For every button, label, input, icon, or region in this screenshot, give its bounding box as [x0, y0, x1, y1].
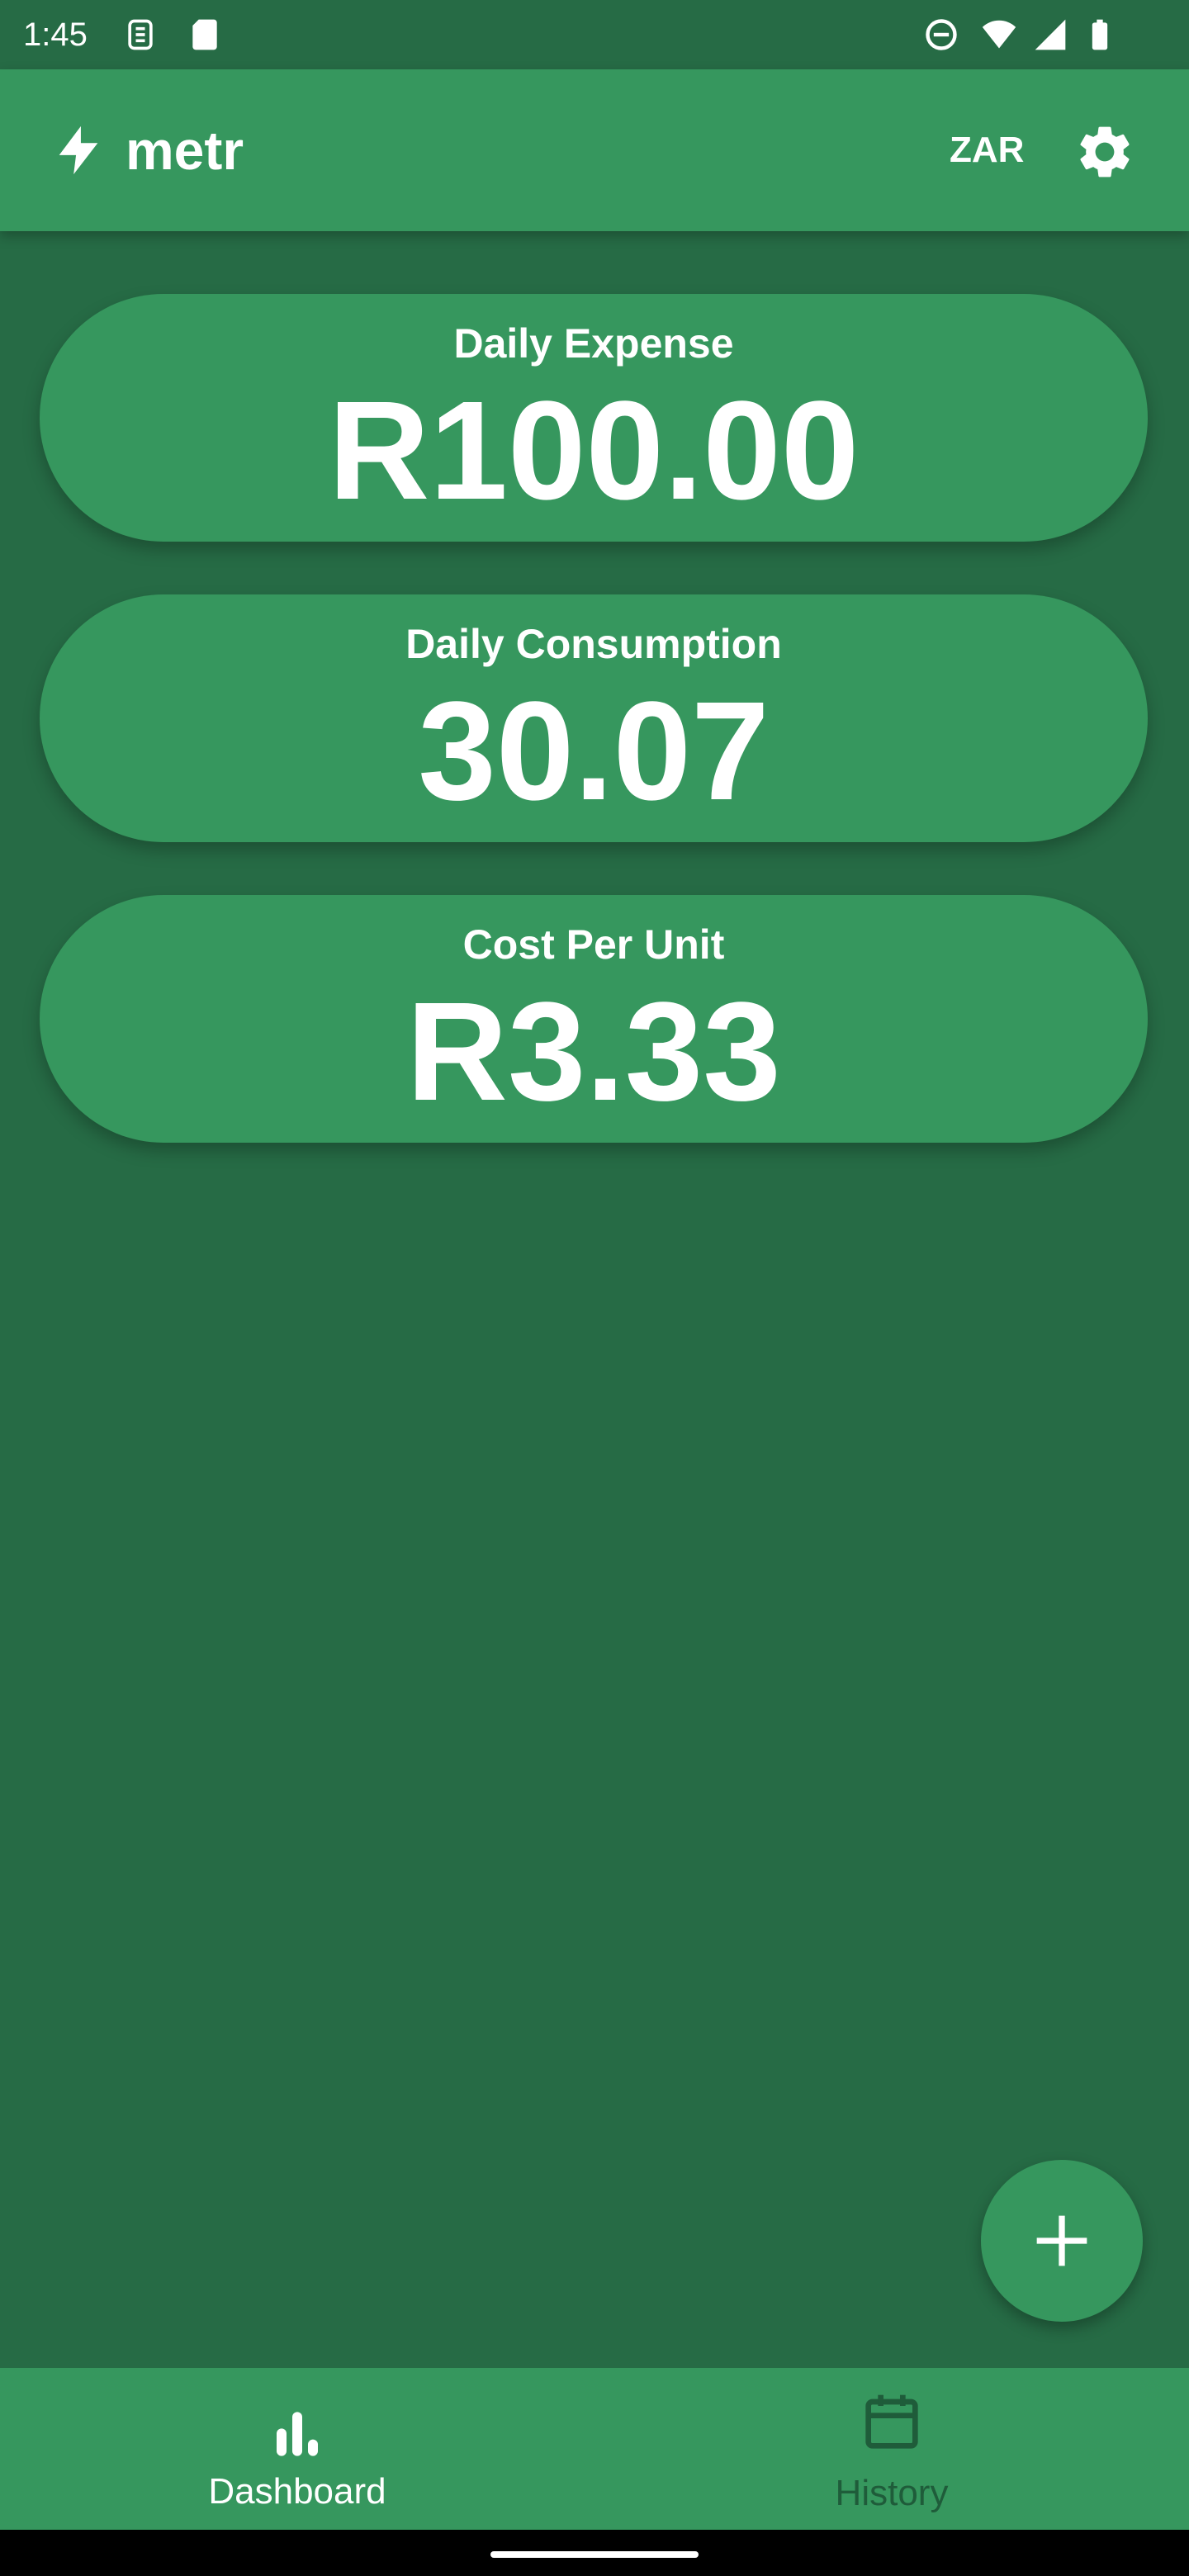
nav-label: Dashboard: [208, 2471, 386, 2512]
gear-icon[interactable]: [1073, 121, 1136, 183]
status-bar: 1:45: [0, 0, 1189, 69]
daily-consumption-card: Daily Consumption 30.07: [40, 594, 1148, 842]
daily-expense-card: Daily Expense R100.00: [40, 294, 1148, 542]
status-time: 1:45: [23, 17, 88, 53]
nav-item-dashboard[interactable]: Dashboard: [0, 2368, 594, 2530]
app-title: metr: [126, 120, 244, 181]
sim-icon: [128, 19, 153, 50]
sd-card-icon: [192, 19, 217, 50]
battery-icon: [1092, 19, 1108, 50]
bolt-icon: [59, 125, 98, 175]
nav-item-history[interactable]: History: [594, 2368, 1189, 2530]
card-value: R3.33: [406, 973, 781, 1130]
signal-icon: [1035, 19, 1066, 50]
card-label: Cost Per Unit: [462, 921, 725, 968]
dnd-icon: [926, 19, 957, 50]
calendar-icon: [865, 2394, 918, 2449]
bar-chart-icon: [277, 2412, 318, 2456]
app-bar: metr ZAR: [0, 69, 1189, 231]
card-value: R100.00: [328, 372, 860, 529]
plus-icon: [1036, 2215, 1087, 2266]
cost-per-unit-card: Cost Per Unit R3.33: [40, 895, 1148, 1143]
home-indicator[interactable]: [490, 2551, 699, 2558]
card-label: Daily Consumption: [405, 621, 782, 667]
bottom-nav: Dashboard History: [0, 2368, 1189, 2530]
nav-label: History: [835, 2473, 949, 2513]
card-value: 30.07: [418, 673, 770, 830]
wifi-icon: [982, 20, 1016, 49]
add-entry-button[interactable]: [981, 2160, 1143, 2322]
currency-button[interactable]: ZAR: [950, 127, 1024, 173]
system-gesture-bar: [0, 2530, 1189, 2576]
card-label: Daily Expense: [453, 320, 734, 367]
